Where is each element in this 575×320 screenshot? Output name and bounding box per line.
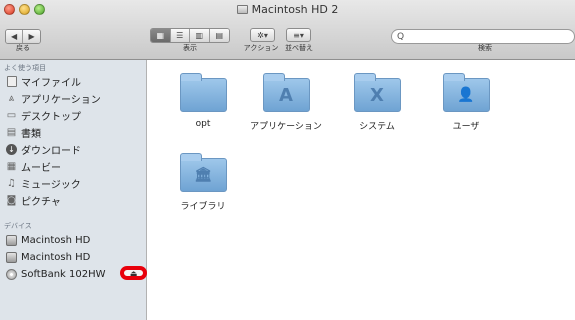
view-label: 表示 [183, 44, 197, 52]
favorites-header: よく使う項目 [4, 64, 46, 72]
toolbar: Macintosh HD 2 ◀ ▶ 戻る ▦ ☰ ▥ ▤ 表示 ✲▾ アクショ… [0, 0, 575, 60]
sidebar-item-applications[interactable]: ⩓ アプリケーション [6, 90, 101, 106]
sidebar: よく使う項目 マイファイル ⩓ アプリケーション ▭ デスクトップ ▤ 書類 ↓… [0, 60, 147, 320]
list-icon: ☰ [176, 31, 184, 40]
sidebar-item-desktop[interactable]: ▭ デスクトップ [6, 107, 81, 123]
downloads-icon: ↓ [6, 143, 17, 155]
folder-item[interactable]: opt [163, 73, 243, 129]
grid-icon: ▦ [156, 31, 165, 40]
sidebar-item-pictures[interactable]: ◙ ピクチャ [6, 192, 61, 208]
coverflow-view-button[interactable]: ▤ [209, 29, 229, 42]
sidebar-item-macintosh-hd-2[interactable]: Macintosh HD [6, 249, 90, 265]
myfiles-icon [6, 75, 17, 87]
sidebar-item-downloads[interactable]: ↓ ダウンロード [6, 141, 81, 157]
column-view-button[interactable]: ▥ [190, 29, 210, 42]
arrange-label: 並べ替え [285, 44, 313, 52]
pictures-icon: ◙ [6, 194, 17, 206]
desktop-icon: ▭ [6, 109, 17, 121]
hard-disk-icon [236, 5, 248, 14]
search-input[interactable]: Q [391, 29, 575, 44]
devices-header: デバイス [4, 222, 32, 230]
sidebar-item-movies[interactable]: ▦ ムービー [6, 158, 61, 174]
list-view-button[interactable]: ☰ [170, 29, 190, 42]
forward-button[interactable]: ▶ [23, 30, 40, 43]
back-forward-control: ◀ ▶ [5, 29, 41, 44]
sidebar-item-music[interactable]: ♫ ミュージック [6, 175, 81, 191]
sidebar-item-documents[interactable]: ▤ 書類 [6, 124, 41, 140]
hard-disk-icon [6, 234, 17, 246]
system-folder-icon: X [353, 73, 401, 112]
eject-icon: ⏏ [129, 268, 138, 278]
folder-item[interactable]: 👤 ユーザ [426, 73, 506, 132]
gear-icon: ✲▾ [257, 30, 268, 40]
file-browser: opt A アプリケーション X システム 👤 ユーザ 🏛 ライブラリ [148, 60, 575, 320]
movies-icon: ▦ [6, 160, 17, 172]
eject-button[interactable]: ⏏ [120, 266, 147, 280]
arrange-button[interactable]: ≡▾ [286, 28, 311, 42]
sidebar-item-my-files[interactable]: マイファイル [6, 73, 81, 89]
sidebar-item-macintosh-hd[interactable]: Macintosh HD [6, 232, 90, 248]
columns-icon: ▥ [195, 31, 204, 40]
search-label: 検索 [478, 44, 492, 52]
back-button[interactable]: ◀ [6, 30, 24, 43]
action-label: アクション [243, 44, 279, 52]
window-title: Macintosh HD 2 [0, 3, 575, 16]
documents-icon: ▤ [6, 126, 17, 138]
applications-folder-icon: A [262, 73, 310, 112]
folder-item[interactable]: X システム [337, 73, 417, 132]
view-mode-control: ▦ ☰ ▥ ▤ [150, 28, 230, 43]
users-folder-icon: 👤 [442, 73, 490, 112]
folder-item[interactable]: 🏛 ライブラリ [163, 153, 243, 212]
cd-icon [6, 268, 17, 280]
action-button[interactable]: ✲▾ [250, 28, 275, 42]
icon-view-button[interactable]: ▦ [151, 29, 171, 42]
library-folder-icon: 🏛 [179, 153, 227, 192]
applications-icon: ⩓ [8, 92, 15, 104]
music-icon: ♫ [7, 177, 16, 189]
back-label: 戻る [16, 44, 30, 52]
folder-item[interactable]: A アプリケーション [246, 73, 326, 132]
chevron-left-icon: ◀ [10, 32, 18, 41]
arrange-icon: ≡▾ [293, 30, 304, 40]
sidebar-item-softbank-102hw[interactable]: SoftBank 102HW [6, 266, 106, 282]
folder-icon [179, 73, 227, 112]
chevron-right-icon: ▶ [28, 32, 35, 41]
hard-disk-icon [6, 251, 17, 263]
coverflow-icon: ▤ [215, 31, 224, 40]
search-icon: Q [397, 31, 405, 42]
finder-window: Macintosh HD 2 ◀ ▶ 戻る ▦ ☰ ▥ ▤ 表示 ✲▾ アクショ… [0, 0, 575, 320]
